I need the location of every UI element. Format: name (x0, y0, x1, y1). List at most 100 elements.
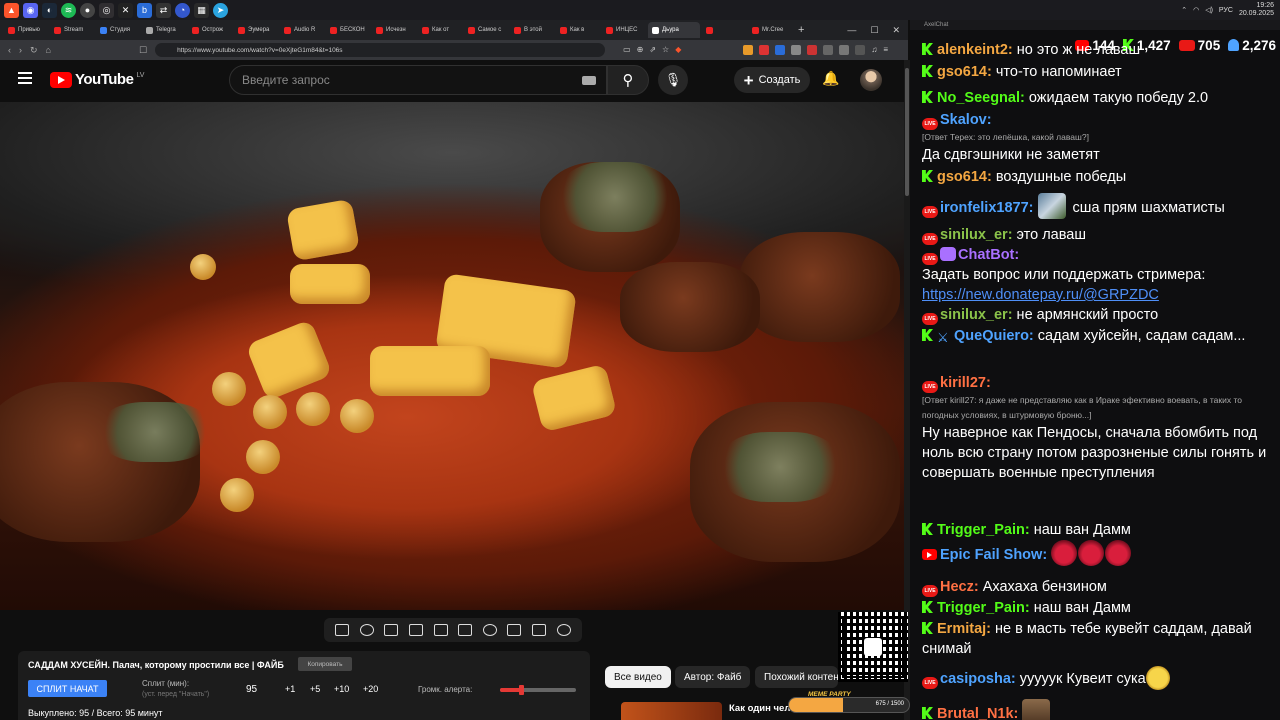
extension-icon[interactable] (775, 45, 786, 55)
obs-icon[interactable]: ◎ (99, 2, 114, 18)
chat-nick[interactable]: casiposha: (940, 671, 1016, 687)
brave-icon[interactable]: ▲ (4, 2, 19, 18)
video-player[interactable] (0, 102, 904, 610)
chat-nick[interactable]: No_Seegnal: (937, 90, 1025, 106)
back-icon[interactable]: ‹ (8, 45, 11, 55)
search-input[interactable]: Введите запрос (229, 65, 607, 95)
browser-tab[interactable]: Острож (188, 22, 232, 38)
browser-tab[interactable]: Stream (50, 22, 94, 38)
home-icon[interactable]: ⌂ (46, 45, 51, 55)
chat-nick[interactable]: Hecz: (940, 579, 979, 595)
keyboard-icon[interactable] (582, 76, 596, 85)
new-tab-icon[interactable]: + (798, 24, 804, 36)
extension-icon[interactable] (791, 45, 802, 55)
chat-nick[interactable]: Brutal_N1k: (937, 706, 1018, 720)
chat-nick[interactable]: kirill27: (940, 375, 991, 391)
chat-nick[interactable]: sinilux_er: (940, 227, 1013, 243)
increment-button[interactable]: +10 (334, 684, 349, 694)
language-indicator[interactable]: РУС (1219, 7, 1233, 14)
network-icon[interactable]: ⇄ (156, 2, 171, 18)
camera-icon[interactable] (532, 624, 547, 636)
audio-icon[interactable] (359, 624, 374, 636)
browser-tab[interactable]: В этой (510, 22, 554, 38)
discord-icon[interactable]: ◉ (23, 2, 38, 18)
extension-icon[interactable] (839, 45, 850, 55)
chat-nick[interactable]: alenkeint2: (937, 42, 1013, 58)
chip-related[interactable]: Похожий контент (755, 666, 838, 688)
add-icon[interactable] (507, 624, 522, 636)
avatar[interactable] (860, 69, 882, 91)
bandcamp-icon[interactable]: b (137, 2, 152, 18)
split-start-button[interactable]: СПЛИТ НАЧАТ (28, 680, 107, 697)
clapper-icon[interactable] (409, 624, 424, 636)
browser-tab[interactable]: Audio R (280, 22, 324, 38)
increment-button[interactable]: +5 (310, 684, 320, 694)
close-window-icon[interactable]: ✕ (892, 25, 900, 36)
zoom-icon[interactable]: ⊕ (637, 45, 644, 55)
minimize-icon[interactable]: — (847, 25, 856, 36)
chat-nick[interactable]: gso614: (937, 64, 992, 80)
browser-tab[interactable]: ИНЦЕС (602, 22, 646, 38)
browser-tab[interactable]: Дьура (648, 22, 700, 38)
browser-tab[interactable]: Mr.Cree (748, 22, 792, 38)
browser-tab[interactable]: Привью (4, 22, 48, 38)
maximize-icon[interactable]: ☐ (870, 25, 878, 36)
chip-author[interactable]: Автор: Файб (675, 666, 751, 688)
create-button[interactable]: + Создать (734, 67, 810, 93)
page-scrollbar-thumb[interactable] (905, 68, 909, 196)
copy-button[interactable]: Копировать (298, 657, 352, 671)
miniplayer-icon[interactable] (433, 624, 448, 636)
forward-icon[interactable]: › (19, 45, 22, 55)
screen-icon[interactable]: ▭ (623, 45, 631, 55)
slider-handle[interactable] (518, 685, 524, 695)
increment-button[interactable]: +20 (363, 684, 378, 694)
capcut-icon[interactable]: ✕ (118, 2, 133, 18)
recommended-title[interactable]: Как один чел (729, 703, 797, 714)
eye-icon[interactable] (384, 624, 399, 636)
chat-nick[interactable]: Skalov: (940, 112, 992, 128)
notifications-bell-icon[interactable]: 🔔 (822, 70, 839, 87)
browser-tab[interactable]: Telegra (142, 22, 186, 38)
brave-shield-icon[interactable]: ◆ (675, 45, 681, 55)
chat-nick[interactable]: Epic Fail Show: (940, 547, 1047, 563)
telegram-icon[interactable]: ➤ (213, 2, 228, 18)
menu-icon[interactable]: ≡ (883, 45, 888, 55)
chrome-icon[interactable]: ● (80, 2, 95, 18)
browser-tab[interactable]: Студия (96, 22, 140, 38)
spotify-icon[interactable]: ≋ (61, 2, 76, 18)
increment-button[interactable]: +1 (285, 684, 295, 694)
chat-nick[interactable]: ironfelix1877: (940, 200, 1034, 216)
browser-tab[interactable]: Как в (556, 22, 600, 38)
donate-link[interactable]: https://new.donatepay.ru/@GRPZDC (922, 285, 1272, 305)
media-icon[interactable]: ♫ (871, 45, 877, 55)
chat-nick[interactable]: QueQuiero: (954, 328, 1034, 344)
chat-nick[interactable]: Ermitaj: (937, 621, 991, 637)
recommended-thumbnail[interactable] (621, 702, 722, 720)
wifi-icon[interactable]: ◠ (1193, 6, 1199, 14)
gear-icon[interactable] (556, 624, 571, 636)
browser-tab[interactable]: БЕСКОН (326, 22, 370, 38)
browser-tab[interactable] (702, 22, 746, 38)
browser-tab[interactable]: Исчезн (372, 22, 416, 38)
split-value[interactable]: 95 (246, 684, 257, 695)
search-button[interactable]: ⚲ (607, 65, 649, 95)
chip-all-videos[interactable]: Все видео (605, 666, 671, 688)
chat-nick[interactable]: Trigger_Pain: (937, 600, 1030, 616)
grid-app-icon[interactable]: ▦ (194, 2, 209, 18)
extension-icon[interactable] (807, 45, 818, 55)
chat-nick[interactable]: gso614: (937, 169, 992, 185)
extension-icon[interactable] (743, 45, 754, 55)
volume-icon[interactable]: ◁) (1205, 6, 1213, 14)
chat-nick[interactable]: ChatBot: (958, 247, 1019, 263)
bookmark-icon[interactable]: ☐ (139, 45, 147, 56)
menu-hamburger-icon[interactable] (18, 72, 32, 87)
loop-icon[interactable] (335, 624, 350, 636)
share-icon[interactable]: ⇗ (649, 45, 656, 55)
url-field[interactable]: https://www.youtube.com/watch?v=0eXjteG1… (155, 43, 606, 57)
youtube-logo[interactable]: YouTube LV (50, 71, 144, 88)
steam-icon[interactable]: ◐ (42, 2, 57, 18)
chat-nick[interactable]: sinilux_er: (940, 307, 1013, 323)
alert-volume-slider[interactable] (500, 685, 576, 695)
chat-nick[interactable]: Trigger_Pain: (937, 522, 1030, 538)
voice-search-button[interactable]: 🎙 (658, 65, 688, 95)
